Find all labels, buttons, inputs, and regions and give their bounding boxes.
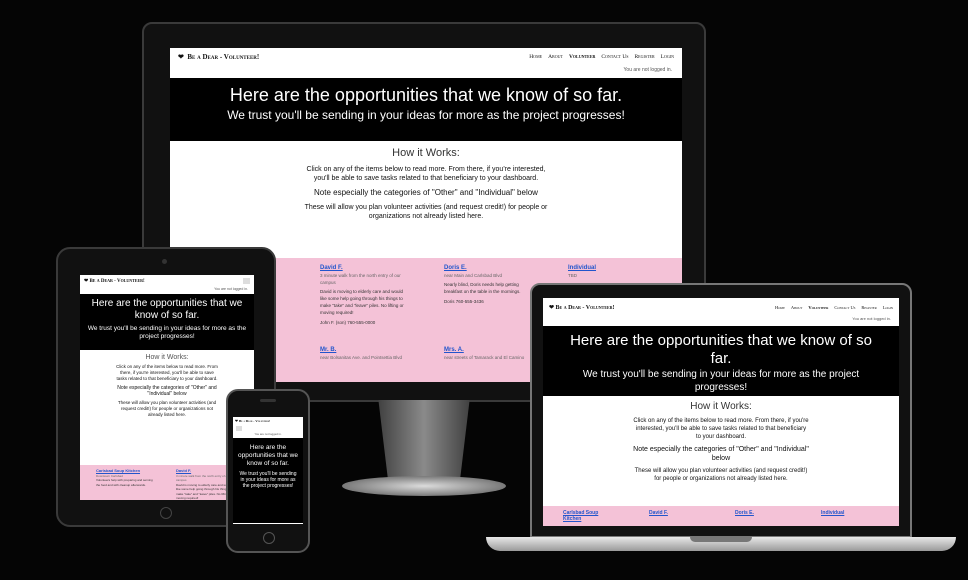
phone-speaker xyxy=(260,399,276,402)
how-p3: These will allow you plan volunteer acti… xyxy=(117,400,217,417)
how-p1: Click on any of the items below to read … xyxy=(116,364,218,381)
hero-subtitle: We trust you'll be sending in your ideas… xyxy=(87,325,247,340)
nav-register[interactable]: Register xyxy=(861,305,876,310)
desktop-brand[interactable]: ❤ Be a Dear - Volunteer! xyxy=(178,53,259,61)
card-title[interactable]: Individual xyxy=(568,265,648,272)
laptop-brand[interactable]: ❤ Be a Dear - Volunteer! xyxy=(549,304,615,311)
card-david[interactable]: David F. 3 minute walk from the north en… xyxy=(320,265,405,326)
hero-title: Here are the opportunities that we know … xyxy=(238,444,298,467)
phone: ❤ Be a Dear - Volunteer! You are not log… xyxy=(226,389,310,553)
hero-subtitle: We trust you'll be sending in your ideas… xyxy=(582,369,860,393)
how-p2: Note especially the categories of "Other… xyxy=(314,188,538,197)
heart-icon: ❤ xyxy=(178,53,184,61)
desktop-hero: Here are the opportunities that we know … xyxy=(170,78,682,141)
nav-about[interactable]: About xyxy=(791,305,802,310)
laptop: ❤ Be a Dear - Volunteer! Home About Volunt… xyxy=(530,283,912,538)
how-p1: Click on any of the items below to read … xyxy=(633,418,809,440)
hero-subtitle: We trust you'll be sending in your ideas… xyxy=(227,108,625,122)
laptop-hero: Here are the opportunities that we know … xyxy=(543,326,899,396)
heart-icon: ❤ xyxy=(549,304,555,311)
card-title[interactable]: Mrs. A. xyxy=(444,347,534,354)
laptop-navbar: ❤ Be a Dear - Volunteer! Home About Volunt… xyxy=(543,298,899,316)
desktop-nav-links: Home About Volunteer Contact Us Register Logi… xyxy=(523,54,674,60)
tablet-status: You are not logged in. xyxy=(214,287,248,291)
how-p2: Note especially the categories of "Other… xyxy=(117,385,217,397)
card-individual[interactable]: Individual xyxy=(821,510,844,516)
card-doris[interactable]: Doris E. xyxy=(735,510,754,516)
nav-home[interactable]: Home xyxy=(775,305,785,310)
hero-subtitle: We trust you'll be sending in your ideas… xyxy=(239,471,297,489)
hero-title: Here are the opportunities that we know … xyxy=(229,85,623,105)
how-heading: How it Works: xyxy=(145,354,189,361)
tablet-navbar: ❤ Be a Dear - Volunteer! xyxy=(80,275,254,287)
nav-login[interactable]: Login xyxy=(883,305,893,310)
heart-icon: ❤ xyxy=(84,279,89,284)
how-p3: These will allow you plan volunteer acti… xyxy=(304,204,548,220)
how-p1: Click on any of the items below to read … xyxy=(306,166,546,182)
menu-toggle-icon[interactable] xyxy=(243,278,250,284)
desktop-how-it-works: How it Works: Click on any of the items … xyxy=(170,141,682,258)
desktop-navbar: ❤ Be a Dear - Volunteer! Home About Volunt… xyxy=(170,48,682,66)
tablet-hero: Here are the opportunities that we know … xyxy=(80,294,254,350)
card-title[interactable]: Mr. B. xyxy=(320,347,405,354)
how-heading: How it Works: xyxy=(690,401,752,412)
monitor-base xyxy=(342,476,506,496)
phone-hero: Here are the opportunities that we know … xyxy=(233,438,303,523)
nav-contact[interactable]: Contact Us xyxy=(834,305,855,310)
nav-contact[interactable]: Contact Us xyxy=(601,54,628,60)
laptop-how-it-works: How it Works: Click on any of the items … xyxy=(543,396,899,506)
card-soup-kitchen[interactable]: Carlsbad Soup Kitchen xyxy=(563,510,613,522)
card-mr-b[interactable]: Mr. B. near Bolsanitas Ave. and Pointset… xyxy=(320,347,405,361)
tablet-home-button[interactable] xyxy=(160,507,172,519)
desktop-status: You are not logged in. xyxy=(623,67,672,73)
phone-home-button[interactable] xyxy=(263,532,275,544)
laptop-nav-links: Home About Volunteer Contact Us Register Logi… xyxy=(769,305,893,310)
card-individual[interactable]: Individual TBD xyxy=(568,265,648,279)
hero-title: Here are the opportunities that we know … xyxy=(91,298,243,321)
laptop-screen: ❤ Be a Dear - Volunteer! Home About Volunt… xyxy=(543,298,899,526)
nav-volunteer[interactable]: Volunteer xyxy=(569,54,595,60)
nav-about[interactable]: About xyxy=(548,54,563,60)
phone-navbar: ❤ Be a Dear - Volunteer! xyxy=(233,417,303,425)
card-doris[interactable]: Doris E. near Main and Carlsbad Blvd Nea… xyxy=(444,265,529,305)
card-david[interactable]: David F. xyxy=(649,510,668,516)
tablet-brand[interactable]: ❤ Be a Dear - Volunteer! xyxy=(84,278,145,284)
monitor-stand xyxy=(378,400,470,480)
how-p2: Note especially the categories of "Other… xyxy=(633,446,809,462)
hero-title: Here are the opportunities that we know … xyxy=(570,332,872,367)
card-mrs-a[interactable]: Mrs. A. near streets of Tamarack and El … xyxy=(444,347,534,361)
nav-volunteer[interactable]: Volunteer xyxy=(808,305,828,310)
laptop-status: You are not logged in. xyxy=(852,316,891,321)
nav-register[interactable]: Register xyxy=(635,54,655,60)
tablet-camera xyxy=(162,259,167,264)
menu-toggle-icon[interactable] xyxy=(236,426,242,431)
heart-icon: ❤ xyxy=(235,419,238,423)
card-title[interactable]: David F. xyxy=(320,265,405,272)
laptop-notch xyxy=(690,537,752,542)
how-heading: How it Works: xyxy=(392,147,460,159)
how-p3: These will allow you plan volunteer acti… xyxy=(634,468,808,482)
card-soup-kitchen[interactable]: Carlsbad Soup Kitchen Downtown Carlsbad … xyxy=(96,468,156,487)
phone-brand[interactable]: ❤ Be a Dear - Volunteer! xyxy=(235,419,270,423)
laptop-cards: Carlsbad Soup Kitchen David F. Doris E. … xyxy=(543,506,899,526)
phone-screen: ❤ Be a Dear - Volunteer! You are not log… xyxy=(233,417,303,524)
nav-login[interactable]: Login xyxy=(661,54,674,60)
card-title[interactable]: Doris E. xyxy=(444,265,529,272)
nav-home[interactable]: Home xyxy=(529,54,542,60)
